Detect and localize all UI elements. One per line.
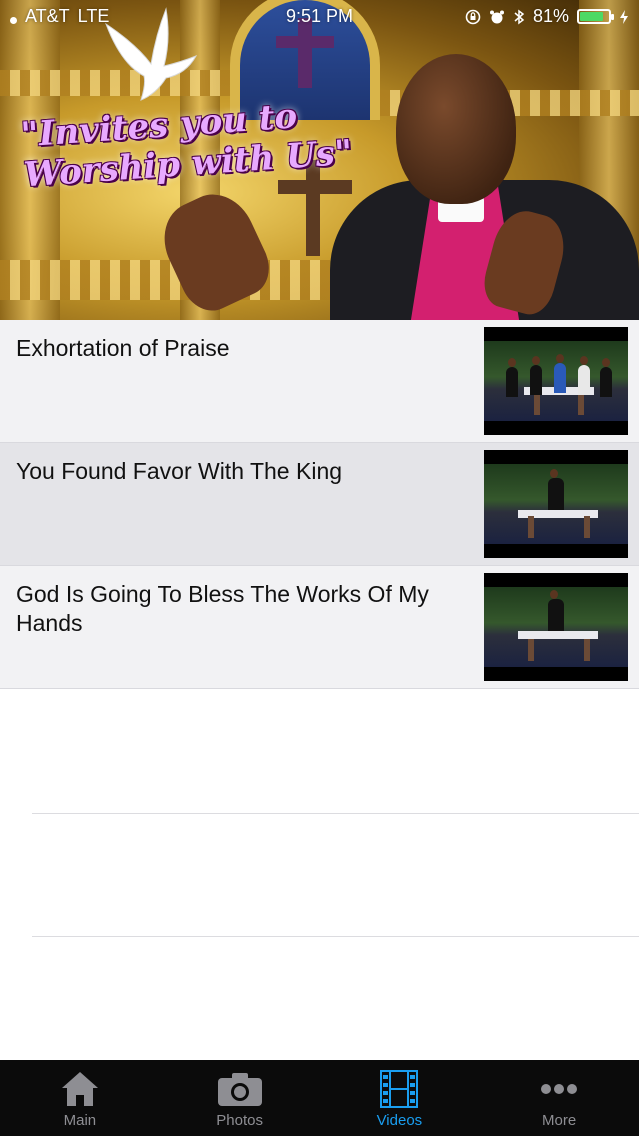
tab-label: Main xyxy=(63,1112,97,1129)
battery-icon xyxy=(577,9,614,24)
video-row[interactable]: Exhortation of Praise xyxy=(0,320,639,443)
charging-icon xyxy=(620,9,628,24)
video-thumbnail[interactable] xyxy=(484,327,628,435)
preacher xyxy=(548,590,564,633)
battery-percent: 81% xyxy=(532,6,569,26)
bluetooth-icon xyxy=(514,9,525,24)
video-row[interactable]: You Found Favor With The King xyxy=(0,443,639,566)
tab-label: More xyxy=(542,1112,577,1129)
ornament-band xyxy=(0,260,330,300)
alarm-icon xyxy=(489,10,504,23)
performer xyxy=(530,356,542,395)
tab-videos[interactable]: Videos xyxy=(320,1060,480,1136)
video-title: You Found Favor With The King xyxy=(16,458,343,484)
status-bar: AT&T LTE 9:51 PM 81% xyxy=(0,0,639,34)
battery-level xyxy=(580,12,603,21)
video-list: Exhortation of Praise You Found Favor Wi… xyxy=(0,320,639,689)
video-title: God Is Going To Bless The Works Of My Ha… xyxy=(16,581,429,636)
tab-main[interactable]: Main xyxy=(0,1060,160,1136)
film-icon xyxy=(380,1070,419,1108)
row-separator xyxy=(32,936,639,937)
video-row[interactable]: God Is Going To Bless The Works Of My Ha… xyxy=(0,566,639,689)
preacher xyxy=(548,469,564,512)
performer xyxy=(600,358,612,397)
row-separator xyxy=(32,813,639,814)
performer xyxy=(554,354,566,393)
hero-banner: "Invites you to Worship with Us" xyxy=(0,0,639,320)
video-title: Exhortation of Praise xyxy=(16,335,230,361)
video-thumbnail[interactable] xyxy=(484,450,628,558)
performer xyxy=(506,358,518,397)
performer xyxy=(578,356,590,395)
empty-list-area xyxy=(0,690,639,1060)
video-thumbnail[interactable] xyxy=(484,573,628,681)
preacher-head xyxy=(396,54,516,204)
status-right: 81% xyxy=(465,6,629,27)
more-dots-icon xyxy=(541,1084,578,1094)
home-icon xyxy=(61,1072,98,1106)
tab-photos[interactable]: Photos xyxy=(160,1060,320,1136)
tab-bar: Main Photos Videos More xyxy=(0,1060,639,1136)
tab-more[interactable]: More xyxy=(479,1060,639,1136)
tab-label: Videos xyxy=(376,1112,423,1129)
rotation-lock-icon xyxy=(465,9,481,24)
camera-icon xyxy=(217,1073,262,1106)
tab-label: Photos xyxy=(216,1112,263,1129)
